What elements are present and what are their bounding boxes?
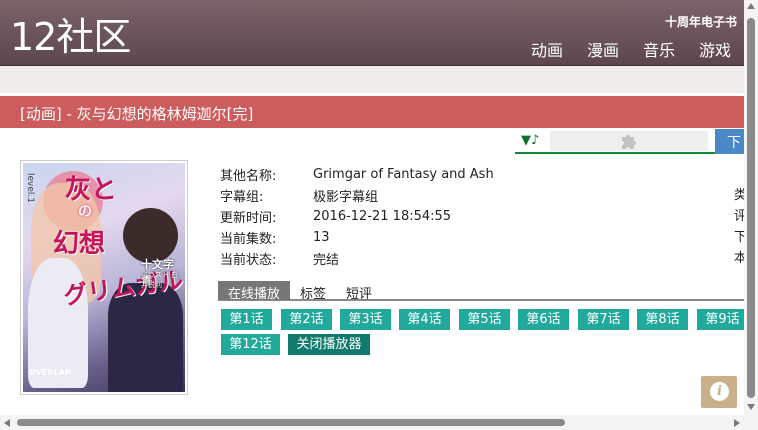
episode-button[interactable]: 第5话 (459, 309, 510, 330)
horizontal-scroll-thumb[interactable] (17, 419, 565, 426)
cover-illustrator: イラスト 白井鋭利 (141, 271, 179, 289)
episode-button[interactable]: 第3话 (340, 309, 391, 330)
cover-title: 幻想 (53, 229, 106, 259)
page-title: [动画] - 灰与幻想的格林姆迦尔[完] (20, 105, 254, 123)
nav-item-music[interactable]: 音乐 (643, 37, 675, 61)
info-row: 当前状态: 完结 (220, 248, 494, 269)
vertical-scrollbar[interactable] (744, 0, 758, 415)
episode-button[interactable]: 第2话 (281, 309, 332, 330)
plugin-placeholder[interactable] (550, 131, 708, 151)
episode-button[interactable]: 第7话 (578, 309, 629, 330)
info-label: 当前集数: (220, 232, 277, 247)
site-header: 12社区 十周年电子书 动画 漫画 音乐 游戏 (0, 0, 745, 66)
close-player-button[interactable]: 关闭播放器 (288, 334, 370, 355)
info-table: 其他名称: Grimgar of Fantasy and Ash 字幕组: 极影… (220, 164, 494, 269)
tab-tags[interactable]: 标签 (290, 281, 336, 302)
player-controls: ▼♪ (515, 129, 715, 154)
cover-volume: level.1 (25, 173, 35, 203)
scroll-right-icon[interactable] (734, 419, 740, 427)
horizontal-scrollbar[interactable] (0, 415, 744, 430)
page: 12社区 十周年电子书 动画 漫画 音乐 游戏 [动画] - 灰与幻想的格林姆迦… (0, 0, 758, 430)
info-button[interactable]: i (701, 376, 737, 408)
tab-online-play[interactable]: 在线播放 (218, 281, 291, 302)
episode-button[interactable]: 第12话 (221, 334, 280, 355)
main-nav: 动画 漫画 音乐 游戏 (531, 37, 731, 61)
scrollbar-corner (744, 415, 758, 430)
nav-item-games[interactable]: 游戏 (699, 37, 731, 61)
scroll-down-icon[interactable] (747, 404, 755, 410)
episode-button[interactable]: 第9话 (697, 309, 748, 330)
info-label: 当前状态: (220, 253, 277, 268)
tab-reviews[interactable]: 短评 (336, 281, 382, 302)
info-label: 其他名称: (220, 169, 277, 184)
info-value: 完结 (313, 253, 340, 268)
info-icon: i (710, 382, 729, 401)
episode-button[interactable]: 第4话 (399, 309, 450, 330)
cover-image: level.1 灰と の 幻想 グリムガル 十文字 青 イラスト 白井鋭利 OV… (20, 160, 188, 395)
info-value: 13 (313, 230, 330, 245)
info-value: 2016-12-21 18:54:55 (313, 209, 452, 224)
info-label: 字幕组: (220, 190, 264, 205)
puzzle-icon (622, 135, 636, 149)
episode-button[interactable]: 第8话 (637, 309, 688, 330)
info-label: 更新时间: (220, 211, 277, 226)
info-value: Grimgar of Fantasy and Ash (313, 167, 494, 182)
promo-link[interactable]: 十周年电子书 (665, 13, 737, 30)
nav-item-manga[interactable]: 漫画 (587, 37, 619, 61)
cover-label: OVERLAP (29, 368, 71, 377)
sub-band (0, 66, 745, 93)
site-logo[interactable]: 12社区 (10, 13, 131, 61)
info-row: 其他名称: Grimgar of Fantasy and Ash (220, 164, 494, 185)
cover-figure (123, 208, 178, 263)
nav-item-anime[interactable]: 动画 (531, 37, 563, 61)
music-toggle-icon[interactable]: ▼♪ (521, 133, 539, 148)
vertical-scroll-thumb[interactable] (747, 18, 755, 398)
scroll-up-icon[interactable] (747, 3, 755, 9)
scroll-left-icon[interactable] (4, 419, 10, 427)
episode-button[interactable]: 第1话 (221, 309, 272, 330)
episode-button[interactable]: 第6话 (518, 309, 569, 330)
info-row: 字幕组: 极影字幕组 (220, 185, 494, 206)
title-bar: [动画] - 灰与幻想的格林姆迦尔[完] (0, 96, 745, 128)
detail-tabs: 在线播放 标签 短评 (218, 281, 745, 302)
cover-title: の (78, 204, 92, 220)
info-row: 当前集数: 13 (220, 227, 494, 248)
cover-art: level.1 灰と の 幻想 グリムガル 十文字 青 イラスト 白井鋭利 OV… (23, 163, 185, 392)
info-row: 更新时间: 2016-12-21 18:54:55 (220, 206, 494, 227)
info-value[interactable]: 极影字幕组 (313, 186, 378, 205)
